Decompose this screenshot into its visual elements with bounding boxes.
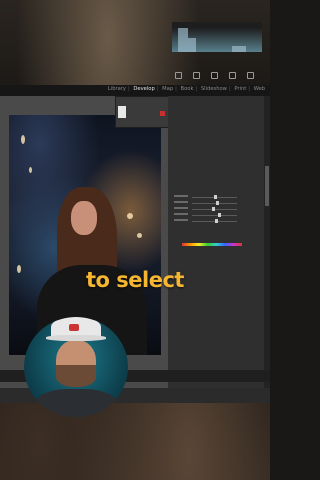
develop-right-panel (168, 96, 264, 388)
navigator-panel (115, 96, 170, 128)
cap-badge (69, 324, 79, 331)
slider-knob[interactable] (216, 201, 219, 205)
module-library[interactable]: Library (108, 86, 126, 92)
presenter-shirt (34, 389, 118, 417)
module-map[interactable]: Map (162, 86, 173, 92)
gradient-tool-icon[interactable] (247, 72, 255, 79)
bokeh-light (29, 167, 32, 173)
module-develop[interactable]: Develop (133, 86, 154, 92)
tool-strip (172, 64, 262, 79)
slider-knob[interactable] (214, 195, 217, 199)
bokeh-light (21, 135, 25, 144)
hue-gradient-bar[interactable] (182, 243, 242, 246)
histogram-peak (178, 28, 188, 52)
redeye-tool-icon[interactable] (211, 72, 219, 79)
scroll-thumb[interactable] (265, 166, 269, 206)
mask-tool-icon[interactable] (229, 72, 237, 79)
bokeh-light (127, 213, 133, 219)
histogram-peak (232, 46, 246, 52)
heal-tool-icon[interactable] (193, 72, 201, 79)
module-book[interactable]: Book (181, 86, 194, 92)
presenter-beard (56, 365, 96, 387)
slider-knob[interactable] (212, 207, 215, 211)
module-print[interactable]: Print (234, 86, 246, 92)
module-picker: Library | Develop | Map | Book | Slideshow | … (107, 86, 265, 92)
video-caption: to select (86, 268, 184, 292)
subject-face (71, 201, 97, 235)
panel-scrollbar[interactable] (264, 96, 270, 388)
slider-knob[interactable] (215, 219, 218, 223)
module-slideshow[interactable]: Slideshow (201, 86, 227, 92)
module-bar: Library | Develop | Map | Book | Slideshow | … (0, 85, 270, 96)
slider-knob[interactable] (218, 213, 221, 217)
histogram-peak (188, 38, 196, 52)
crop-tool-icon[interactable] (175, 72, 182, 79)
preview-thumbnail[interactable] (118, 106, 126, 118)
red-indicator (160, 111, 165, 116)
slider-row[interactable] (172, 219, 260, 225)
presenter-cap-brim (46, 335, 106, 341)
presenter-avatar (24, 317, 128, 417)
histogram[interactable] (172, 22, 262, 52)
bokeh-light (137, 233, 142, 238)
panel-button-row (175, 361, 261, 376)
module-web[interactable]: Web (254, 86, 265, 92)
basic-sliders (172, 195, 260, 225)
